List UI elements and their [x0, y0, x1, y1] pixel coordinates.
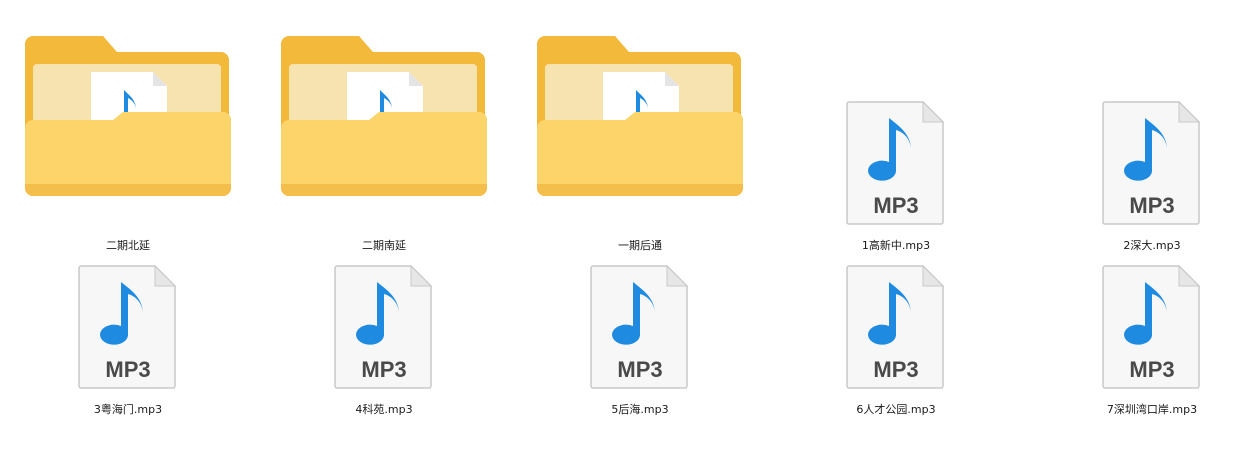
file-item[interactable]: MP3 5后海.mp3 [512, 0, 768, 416]
mp3-file-icon: MP3 [768, 264, 1024, 390]
mp3-file-icon: MP3 [1024, 264, 1256, 390]
file-name: 2深大.mp3 [1123, 239, 1181, 252]
folder-name: 二期北延 [106, 239, 150, 252]
file-name: 5后海.mp3 [611, 403, 669, 416]
folder-name: 一期后通 [618, 239, 662, 252]
mp3-file-icon: MP3 [512, 264, 768, 390]
mp3-badge-text: MP3 [361, 357, 406, 382]
mp3-file-icon: MP3 [0, 264, 256, 390]
file-item[interactable]: MP3 3粤海门.mp3 [0, 0, 256, 416]
file-name: 7深圳湾口岸.mp3 [1106, 403, 1198, 416]
mp3-badge-text: MP3 [617, 357, 662, 382]
mp3-badge-text: MP3 [105, 357, 150, 382]
mp3-badge-text: MP3 [873, 357, 918, 382]
file-name: 6人才公园.mp3 [856, 403, 936, 416]
folder-name: 二期南延 [362, 239, 406, 252]
file-grid: 二期北延 二期南延 一期后通 MP3 1高新中.mp3 MP3 2深大.mp3 … [0, 0, 1256, 454]
file-item[interactable]: MP3 7深圳湾口岸.mp3 [1024, 0, 1256, 416]
file-name: 4科苑.mp3 [355, 403, 413, 416]
file-item[interactable]: MP3 6人才公园.mp3 [768, 0, 1024, 416]
file-name: 3粤海门.mp3 [93, 403, 163, 416]
file-name: 1高新中.mp3 [861, 239, 931, 252]
mp3-badge-text: MP3 [1129, 357, 1174, 382]
file-item[interactable]: MP3 4科苑.mp3 [256, 0, 512, 416]
mp3-file-icon: MP3 [256, 264, 512, 390]
